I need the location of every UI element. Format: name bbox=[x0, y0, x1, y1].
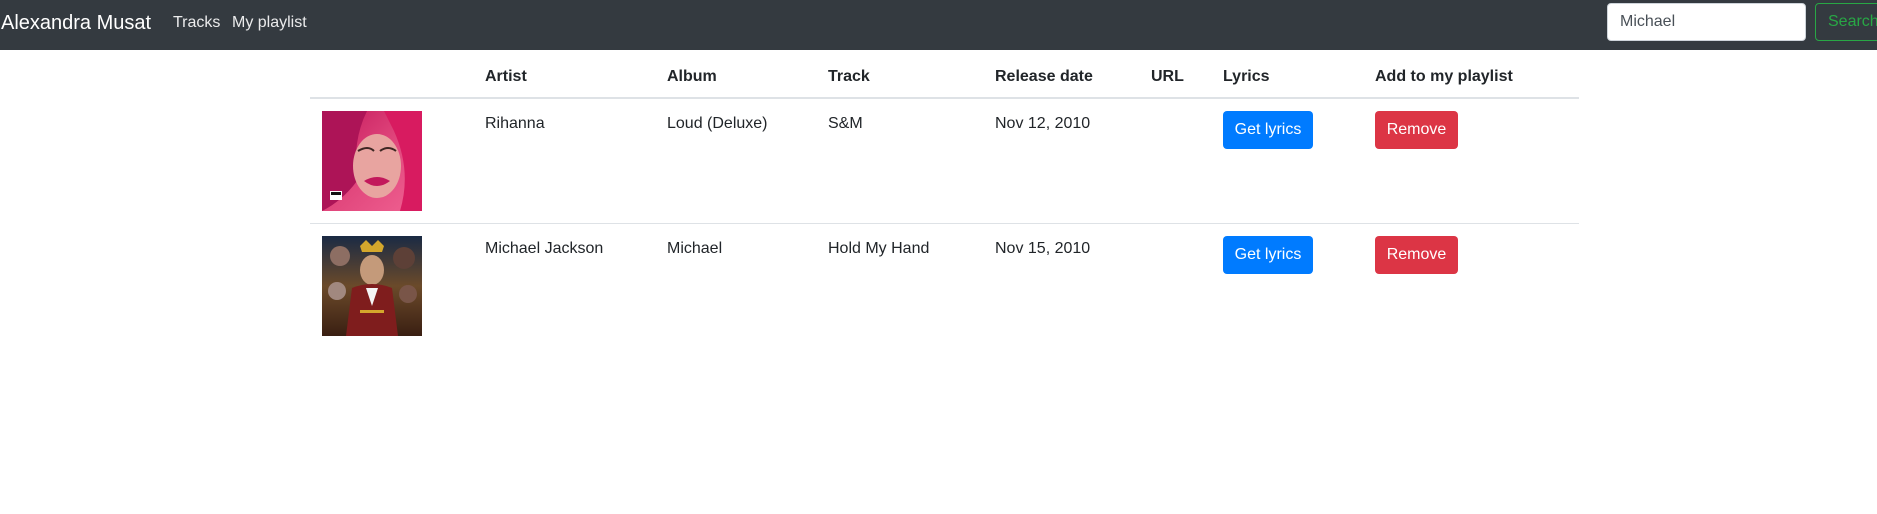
album-cover-image bbox=[322, 236, 422, 336]
cell-release-date: Nov 12, 2010 bbox=[995, 115, 1091, 132]
cell-artist: Rihanna bbox=[485, 115, 545, 132]
remove-button[interactable]: Remove bbox=[1375, 111, 1458, 149]
remove-button[interactable]: Remove bbox=[1375, 236, 1458, 274]
search-input[interactable] bbox=[1607, 3, 1806, 41]
navbar-brand[interactable]: Alexandra Musat bbox=[1, 11, 151, 35]
header-track: Track bbox=[828, 68, 870, 85]
header-add-to-playlist: Add to my playlist bbox=[1375, 68, 1513, 85]
table-row: Rihanna Loud (Deluxe) S&M Nov 12, 2010 G… bbox=[310, 99, 1579, 224]
get-lyrics-button[interactable]: Get lyrics bbox=[1223, 111, 1313, 149]
header-artist: Artist bbox=[485, 68, 527, 85]
header-lyrics: Lyrics bbox=[1223, 68, 1270, 85]
table-header: Artist Album Track Release date URL Lyri… bbox=[310, 50, 1579, 99]
cell-release-date: Nov 15, 2010 bbox=[995, 240, 1091, 257]
cell-album: Loud (Deluxe) bbox=[667, 115, 768, 132]
tracks-table: Artist Album Track Release date URL Lyri… bbox=[310, 50, 1579, 349]
navbar: Alexandra Musat Tracks My playlist Searc… bbox=[0, 0, 1877, 50]
search-button[interactable]: Search bbox=[1815, 3, 1877, 41]
cell-track: S&M bbox=[828, 115, 863, 132]
header-release-date: Release date bbox=[995, 68, 1093, 85]
header-album: Album bbox=[667, 68, 717, 85]
album-cover-image bbox=[322, 111, 422, 211]
table-row: Michael Jackson Michael Hold My Hand Nov… bbox=[310, 224, 1579, 349]
cell-artist: Michael Jackson bbox=[485, 240, 604, 257]
header-url: URL bbox=[1151, 68, 1184, 85]
nav-link-my-playlist[interactable]: My playlist bbox=[232, 13, 307, 33]
cell-track: Hold My Hand bbox=[828, 240, 930, 257]
cell-album: Michael bbox=[667, 240, 723, 257]
nav-link-tracks[interactable]: Tracks bbox=[173, 13, 220, 33]
get-lyrics-button[interactable]: Get lyrics bbox=[1223, 236, 1313, 274]
